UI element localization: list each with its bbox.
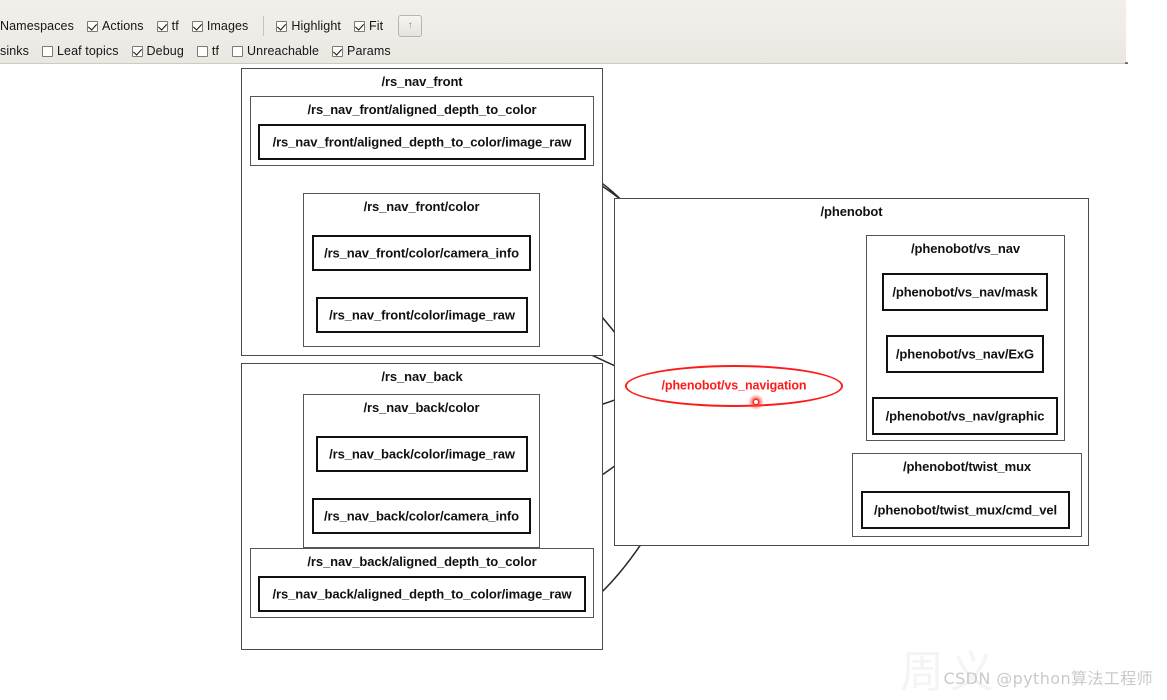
topic-phenobot-vs-nav-mask-label: /phenobot/vs_nav/mask	[892, 284, 1038, 300]
topic-phenobot-twist-mux-cmd-vel[interactable]: /phenobot/twist_mux/cmd_vel	[861, 491, 1070, 529]
topic-rs-nav-front-aligned-image-raw[interactable]: /rs_nav_front/aligned_depth_to_color/ima…	[258, 124, 586, 160]
group-phenobot-twist-mux-title: /phenobot/twist_mux	[902, 459, 1032, 474]
fit-to-window-button[interactable]: ↑	[398, 15, 423, 37]
checkbox-leaf-topics-box[interactable]	[41, 45, 53, 57]
checkbox-tf-top-box[interactable]	[156, 20, 168, 32]
checkbox-unreachable-box[interactable]	[232, 45, 244, 57]
group-phenobot-title: /phenobot	[820, 204, 883, 219]
topic-rs-nav-front-color-image-raw[interactable]: /rs_nav_front/color/image_raw	[316, 297, 528, 333]
checkbox-unreachable-label: Unreachable	[247, 44, 320, 58]
checkbox-tf-top-label: tf	[171, 19, 179, 33]
checkbox-images[interactable]: Images	[191, 19, 249, 33]
rqt-graph-canvas[interactable]: /rs_nav_front /rs_nav_front/aligned_dept…	[0, 64, 1167, 698]
topic-rs-nav-back-color-image-raw-label: /rs_nav_back/color/image_raw	[329, 446, 515, 462]
toolbar-label-namespaces: Namespaces	[0, 19, 74, 33]
topic-rs-nav-back-color-image-raw[interactable]: /rs_nav_back/color/image_raw	[316, 436, 528, 472]
checkbox-tf-bottom[interactable]: tf	[196, 44, 220, 58]
topic-rs-nav-front-color-camera-info-label: /rs_nav_front/color/camera_info	[324, 245, 519, 261]
group-rs-nav-front-color-title: /rs_nav_front/color	[363, 199, 480, 214]
checkbox-tf-top[interactable]: tf	[156, 19, 179, 33]
group-phenobot-vs-nav-title: /phenobot/vs_nav	[911, 241, 1020, 256]
checkbox-unreachable[interactable]: Unreachable	[232, 44, 319, 58]
toolbar-separator	[263, 16, 265, 36]
node-phenobot-vs-navigation[interactable]: /phenobot/vs_navigation	[625, 365, 843, 407]
checkbox-params-box[interactable]	[332, 45, 344, 57]
checkbox-images-label: Images	[206, 19, 249, 33]
checkbox-fit[interactable]: Fit	[353, 19, 384, 33]
group-rs-nav-front-aligned-title: /rs_nav_front/aligned_depth_to_color	[307, 102, 537, 117]
topic-phenobot-vs-nav-graphic[interactable]: /phenobot/vs_nav/graphic	[872, 397, 1058, 435]
checkbox-debug-label: Debug	[146, 44, 184, 58]
checkbox-debug-box[interactable]	[131, 45, 143, 57]
topic-rs-nav-back-aligned-image-raw-label: /rs_nav_back/aligned_depth_to_color/imag…	[272, 586, 572, 602]
toolbar-label-sinks: sinks	[0, 44, 29, 58]
node-phenobot-vs-navigation-label: /phenobot/vs_navigation	[661, 378, 807, 393]
checkbox-leaf-topics[interactable]: Leaf topics	[41, 44, 119, 58]
topic-phenobot-vs-nav-mask[interactable]: /phenobot/vs_nav/mask	[882, 273, 1048, 311]
toolbar-row-top: Namespaces Actions tf Images Highlight F…	[0, 14, 423, 38]
toolbar-label-sinks-text: sinks	[0, 44, 29, 58]
checkbox-fit-label: Fit	[368, 19, 384, 33]
checkbox-highlight[interactable]: Highlight	[276, 19, 341, 33]
group-rs-nav-back-aligned-title: /rs_nav_back/aligned_depth_to_color	[307, 554, 537, 569]
checkbox-highlight-box[interactable]	[276, 20, 288, 32]
topic-phenobot-twist-mux-cmd-vel-label: /phenobot/twist_mux/cmd_vel	[874, 502, 1057, 518]
checkbox-tf-bottom-box[interactable]	[196, 45, 208, 57]
topic-rs-nav-front-color-camera-info[interactable]: /rs_nav_front/color/camera_info	[312, 235, 531, 271]
checkbox-params-label: Params	[347, 44, 391, 58]
topic-phenobot-vs-nav-graphic-label: /phenobot/vs_nav/graphic	[885, 408, 1045, 424]
graph-options-toolbar: Namespaces Actions tf Images Highlight F…	[0, 0, 1126, 64]
topic-rs-nav-front-aligned-image-raw-label: /rs_nav_front/aligned_depth_to_color/ima…	[272, 134, 572, 150]
checkbox-highlight-label: Highlight	[291, 19, 341, 33]
topic-rs-nav-back-aligned-image-raw[interactable]: /rs_nav_back/aligned_depth_to_color/imag…	[258, 576, 586, 612]
checkbox-params[interactable]: Params	[332, 44, 391, 58]
checkbox-debug[interactable]: Debug	[131, 44, 184, 58]
cursor-highlight-dot	[748, 394, 764, 410]
toolbar-row-bottom: sinks Leaf topics Debug tf Unreachable P…	[0, 39, 404, 63]
topic-phenobot-vs-nav-exg-label: /phenobot/vs_nav/ExG	[895, 346, 1035, 362]
checkbox-actions[interactable]: Actions	[86, 19, 144, 33]
fit-arrow-icon: ↑	[407, 20, 413, 31]
checkbox-actions-label: Actions	[101, 19, 144, 33]
topic-phenobot-vs-nav-exg[interactable]: /phenobot/vs_nav/ExG	[886, 335, 1044, 373]
watermark-csdn-footer: CSDN @python算法工程师	[943, 669, 1153, 688]
toolbar-label-namespaces-text: Namespaces	[0, 19, 74, 33]
checkbox-leaf-topics-label: Leaf topics	[56, 44, 119, 58]
group-rs-nav-front-title: /rs_nav_front	[381, 74, 463, 89]
checkbox-tf-bottom-label: tf	[211, 44, 220, 58]
checkbox-actions-box[interactable]	[86, 20, 98, 32]
checkbox-images-box[interactable]	[191, 20, 203, 32]
group-rs-nav-back-color-title: /rs_nav_back/color	[363, 400, 480, 415]
checkbox-fit-box[interactable]	[353, 20, 365, 32]
topic-rs-nav-back-color-camera-info-label: /rs_nav_back/color/camera_info	[324, 508, 519, 524]
group-rs-nav-back-title: /rs_nav_back	[381, 369, 463, 384]
topic-rs-nav-front-color-image-raw-label: /rs_nav_front/color/image_raw	[329, 307, 515, 323]
topic-rs-nav-back-color-camera-info[interactable]: /rs_nav_back/color/camera_info	[312, 498, 531, 534]
